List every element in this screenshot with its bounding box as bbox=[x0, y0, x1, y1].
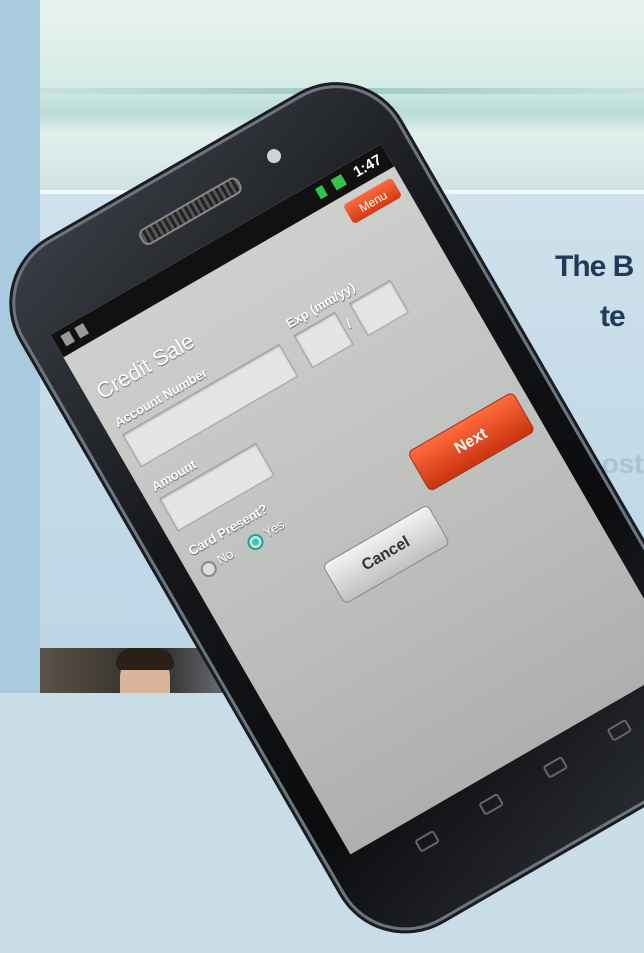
message-icon bbox=[74, 323, 89, 339]
wifi-icon bbox=[314, 185, 328, 200]
cancel-button[interactable]: Cancel bbox=[321, 503, 451, 605]
phone-screen: 1:47 Menu Credit Sale Account Number Exp… bbox=[50, 143, 644, 855]
search-key-icon[interactable] bbox=[606, 718, 633, 742]
front-camera bbox=[264, 146, 284, 166]
exp-year-field[interactable] bbox=[348, 279, 410, 337]
radio-yes[interactable] bbox=[244, 531, 267, 553]
next-button[interactable]: Next bbox=[406, 391, 536, 493]
person-hair bbox=[116, 648, 174, 670]
back-key-icon[interactable] bbox=[414, 829, 441, 853]
home-key-icon[interactable] bbox=[542, 755, 569, 779]
menu-key-icon[interactable] bbox=[478, 792, 505, 816]
signal-icon bbox=[330, 174, 347, 191]
screen-title: Credit Sale bbox=[91, 328, 199, 405]
status-time: 1:47 bbox=[350, 151, 385, 182]
radio-no-label: No bbox=[214, 546, 237, 568]
notification-icon bbox=[60, 331, 76, 347]
radio-yes-label: Yes bbox=[260, 516, 287, 541]
radio-no[interactable] bbox=[197, 558, 220, 580]
